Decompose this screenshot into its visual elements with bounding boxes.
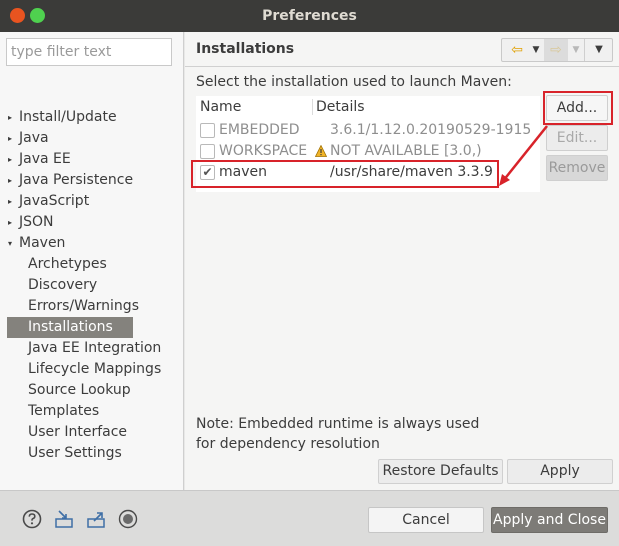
tree-item-label: User Interface	[28, 424, 128, 440]
cancel-button[interactable]: Cancel	[368, 507, 484, 533]
page-header: Installations ⇦ ▼ ⇨ ▼ ▼	[185, 32, 619, 67]
expanded-arrow-icon[interactable]: ▾	[8, 233, 16, 254]
installation-name: WORKSPACE	[219, 143, 308, 159]
tree-item-source-lookup[interactable]: Source Lookup	[0, 380, 183, 401]
tree-item-java-ee-integration[interactable]: Java EE Integration	[0, 338, 183, 359]
tree-item-label: Java Persistence	[19, 172, 134, 188]
tree-item-templates[interactable]: Templates	[0, 401, 183, 422]
tree-item-json[interactable]: ▸ JSON	[0, 212, 183, 233]
apply-and-close-button[interactable]: Apply and Close	[491, 507, 608, 533]
tree-item-label: Java	[19, 130, 49, 146]
tree-item-label: JSON	[19, 214, 54, 230]
tree-item-java-ee[interactable]: ▸ Java EE	[0, 149, 183, 170]
tree-item-discovery[interactable]: Discovery	[0, 275, 183, 296]
tree-item-label: Source Lookup	[28, 382, 131, 398]
back-history-chevron-down-icon[interactable]: ▼	[530, 39, 542, 61]
tree-item-lifecycle-mappings[interactable]: Lifecycle Mappings	[0, 359, 183, 380]
tree-item-label: Lifecycle Mappings	[28, 361, 162, 377]
column-header-details[interactable]: Details	[316, 96, 365, 118]
record-icon[interactable]	[118, 509, 138, 529]
dialog-button-bar: Cancel Apply and Close	[0, 490, 619, 546]
preferences-sidebar: ▸Install/Update▸Java▸Java EE▸Java Persis…	[0, 32, 184, 490]
column-divider[interactable]	[312, 99, 313, 115]
table-row[interactable]: EMBEDDED 3.6.1/1.12.0.20190529-1915	[196, 120, 540, 141]
tree-item-label: Java EE	[19, 151, 71, 167]
collapsed-arrow-icon[interactable]: ▸	[8, 107, 16, 128]
highlight-box-maven-row	[191, 160, 499, 188]
tree-item-user-interface[interactable]: User Interface	[0, 422, 183, 443]
restore-defaults-button[interactable]: Restore Defaults	[378, 459, 503, 484]
filter-input[interactable]	[7, 39, 171, 65]
installation-details: NOT AVAILABLE [3.0,)	[330, 143, 482, 159]
forward-arrow-icon[interactable]: ⇨	[544, 39, 568, 61]
tree-item-installations[interactable]: Installations	[0, 317, 183, 338]
tree-item-maven[interactable]: ▾ Maven	[0, 233, 183, 254]
collapsed-arrow-icon[interactable]: ▸	[8, 128, 16, 149]
view-menu-icon[interactable]: ▼	[588, 39, 610, 61]
import-icon[interactable]	[54, 509, 74, 529]
filter-field[interactable]	[6, 38, 172, 66]
tree-item-install-update[interactable]: ▸ Install/Update	[0, 107, 183, 128]
tree-item-label: Installations	[28, 319, 113, 335]
installation-details: 3.6.1/1.12.0.20190529-1915	[330, 122, 532, 138]
tree-item-label: Discovery	[28, 277, 98, 293]
warning-icon	[315, 145, 327, 157]
export-icon[interactable]	[86, 509, 106, 529]
tree-item-label: Errors/Warnings	[28, 298, 139, 314]
page-description: Select the installation used to launch M…	[196, 74, 512, 90]
installation-name: EMBEDDED	[219, 122, 300, 138]
back-arrow-icon[interactable]: ⇦	[505, 39, 529, 61]
collapsed-arrow-icon[interactable]: ▸	[8, 212, 16, 233]
tree-item-archetypes[interactable]: Archetypes	[0, 254, 183, 275]
tree-item-javascript[interactable]: ▸ JavaScript	[0, 191, 183, 212]
tree-item-label: Archetypes	[28, 256, 107, 272]
window-title: Preferences	[262, 8, 357, 24]
tree-item-label: JavaScript	[19, 193, 90, 209]
preferences-tree: ▸ Install/Update ▸ Java ▸ Java EE ▸ Java Persis…	[0, 107, 183, 464]
apply-button[interactable]: Apply	[507, 459, 613, 484]
history-nav: ⇦ ▼ ⇨ ▼ ▼	[501, 38, 613, 62]
row-checkbox[interactable]	[200, 123, 215, 138]
collapsed-arrow-icon[interactable]: ▸	[8, 149, 16, 170]
tree-item-java-persistence[interactable]: ▸ Java Persistence	[0, 170, 183, 191]
remove-button[interactable]: Remove	[546, 155, 608, 181]
help-icon[interactable]	[22, 509, 42, 529]
tree-item-errors-warnings[interactable]: Errors/Warnings	[0, 296, 183, 317]
highlight-box-add-button	[543, 91, 613, 125]
tree-item-label: Install/Update	[19, 109, 117, 125]
tree-item-label: Maven	[19, 235, 66, 251]
row-checkbox[interactable]	[200, 144, 215, 159]
tree-item-label: Templates	[28, 403, 100, 419]
preference-page: Installations ⇦ ▼ ⇨ ▼ ▼ Select the insta…	[185, 32, 619, 490]
tree-item-label: Java EE Integration	[28, 340, 162, 356]
edit-button[interactable]: Edit...	[546, 125, 608, 151]
nav-divider	[584, 39, 585, 61]
page-title: Installations	[196, 41, 295, 57]
tree-item-java[interactable]: ▸ Java	[0, 128, 183, 149]
embedded-runtime-note: Note: Embedded runtime is always used fo…	[196, 416, 480, 452]
tree-item-user-settings[interactable]: User Settings	[0, 443, 183, 464]
column-header-name[interactable]: Name	[200, 96, 241, 118]
forward-history-chevron-down-icon[interactable]: ▼	[570, 39, 582, 61]
title-bar: Preferences	[0, 0, 619, 32]
collapsed-arrow-icon[interactable]: ▸	[8, 170, 16, 191]
collapsed-arrow-icon[interactable]: ▸	[8, 191, 16, 212]
tree-item-label: User Settings	[28, 445, 122, 461]
table-row[interactable]: WORKSPACE NOT AVAILABLE [3.0,)	[196, 141, 540, 162]
